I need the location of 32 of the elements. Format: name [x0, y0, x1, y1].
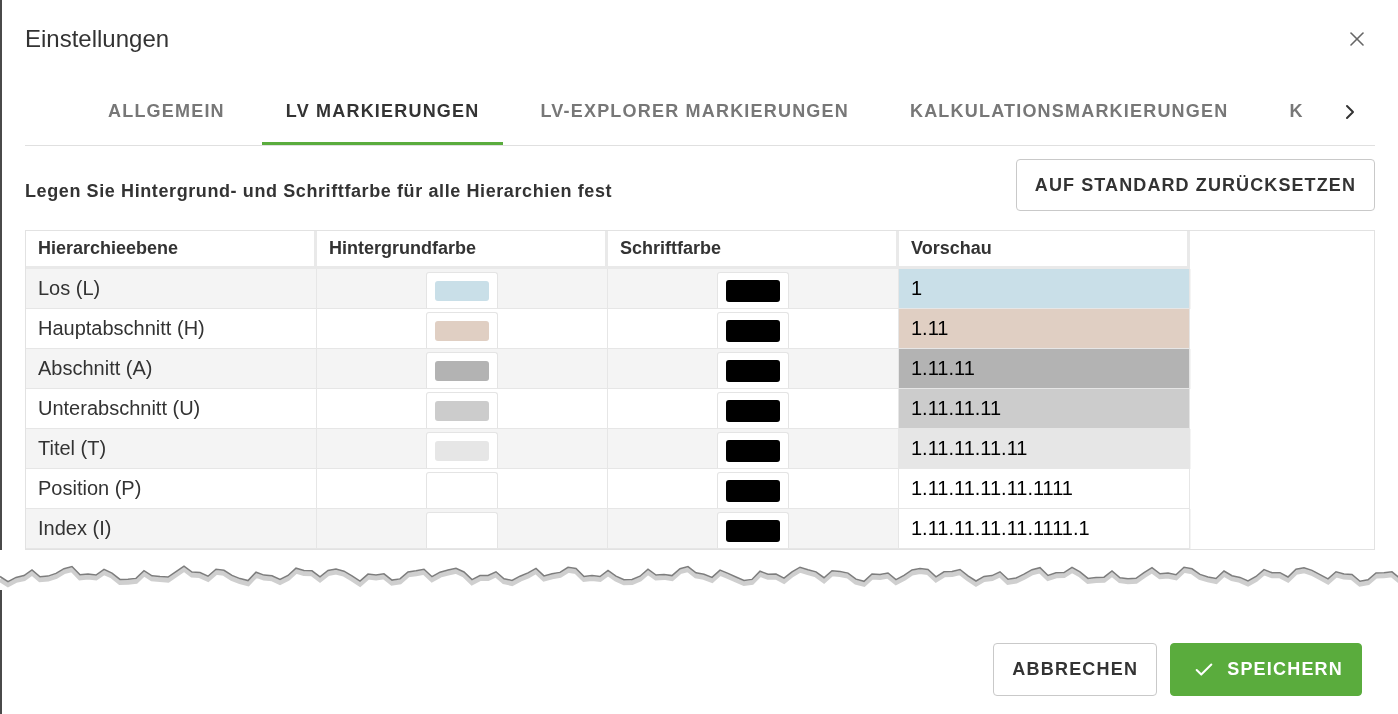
color-picker-button[interactable] — [426, 512, 498, 548]
color-picker-button[interactable] — [717, 432, 789, 468]
tab[interactable]: ALLGEMEIN — [84, 78, 249, 145]
color-picker-button[interactable] — [717, 312, 789, 348]
tab[interactable]: LV-EXPLORER MARKIERUNGEN — [516, 78, 873, 145]
preview-cell: 1.11 — [899, 309, 1190, 349]
preview-cell: 1.11.11.11.11.1111.1 — [899, 509, 1190, 549]
color-picker-button[interactable] — [717, 392, 789, 428]
tab[interactable]: LV MARKIERUNGEN — [261, 78, 504, 145]
cancel-button[interactable]: ABBRECHEN — [993, 643, 1158, 696]
color-picker-button[interactable] — [717, 272, 789, 308]
tab[interactable]: KALKULATIONSMARKIERUNGEN — [885, 78, 1253, 145]
color-picker-button[interactable] — [426, 352, 498, 388]
reset-button[interactable]: AUF STANDARD ZURÜCKSETZEN — [1015, 159, 1375, 211]
preview-cell: 1 — [899, 269, 1190, 309]
preview-cell: 1.11.11.11.11.1111 — [899, 469, 1190, 509]
color-picker-button[interactable] — [426, 312, 498, 348]
tab[interactable]: K — [1265, 78, 1325, 145]
description-text: Legen Sie Hintergrund- und Schriftfarbe für alle Hierarchien fest — [25, 180, 613, 202]
color-picker-button[interactable] — [426, 472, 498, 508]
color-picker-button[interactable] — [426, 272, 498, 308]
dialog-title: Einstellungen — [25, 25, 170, 53]
color-picker-button[interactable] — [426, 392, 498, 428]
save-button[interactable]: SPEICHERN — [1170, 643, 1362, 696]
preview-cell: 1.11.11.11 — [899, 389, 1190, 429]
color-picker-button[interactable] — [717, 512, 789, 548]
table-cell: Index (I) — [26, 509, 317, 549]
preview-cell: 1.11.11.11.11 — [899, 429, 1190, 469]
preview-cell: 1.11.11 — [899, 349, 1190, 389]
color-picker-button[interactable] — [717, 472, 789, 508]
color-picker-button[interactable] — [426, 432, 498, 468]
color-picker-button[interactable] — [717, 352, 789, 388]
